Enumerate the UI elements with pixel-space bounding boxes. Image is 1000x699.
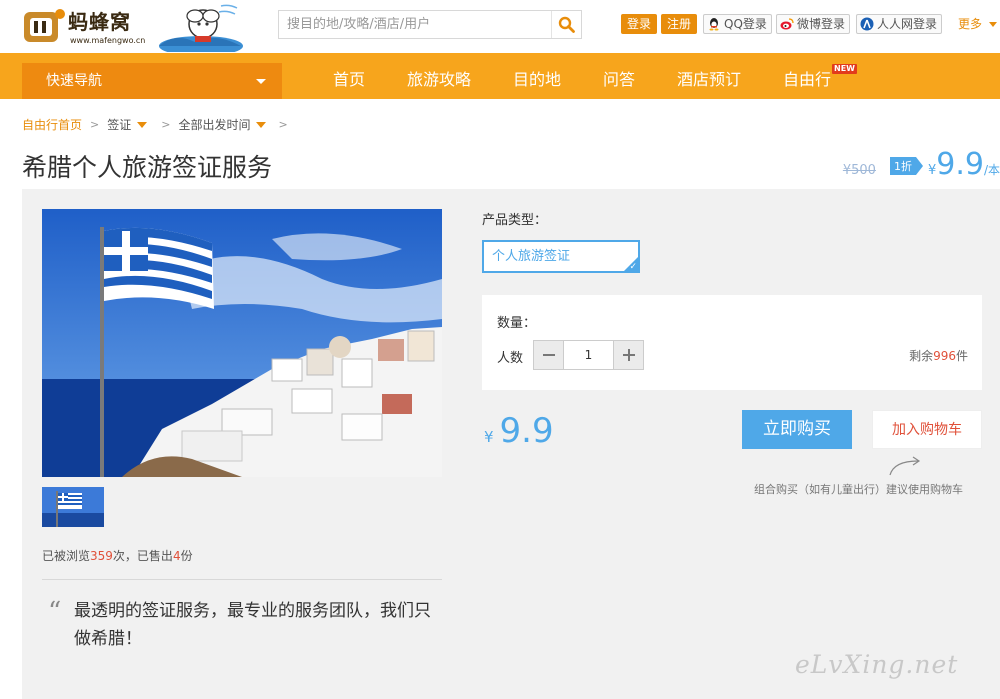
stock-count: 996 <box>933 349 956 363</box>
quick-nav-dropdown[interactable]: 快速导航 <box>22 63 282 99</box>
header-price: ¥500 1折 ¥ 9.9 /本 <box>842 147 1000 182</box>
stats-prefix: 已被浏览 <box>42 549 91 563</box>
quantity-input[interactable]: 1 <box>563 341 614 369</box>
view-count: 359 <box>90 549 113 563</box>
search-icon <box>558 16 575 33</box>
quote-mark-icon: “ <box>48 597 62 627</box>
more-chevron-icon <box>988 22 997 27</box>
minus-icon <box>542 354 555 356</box>
product-type-option[interactable]: 个人旅游签证 ✓ <box>482 240 640 273</box>
product-thumbnail[interactable] <box>42 487 104 527</box>
search-bar <box>278 10 582 39</box>
plus-icon <box>622 349 635 361</box>
qq-login-label: QQ登录 <box>724 17 767 31</box>
curved-arrow-icon <box>889 456 921 476</box>
currency-symbol: ¥ <box>927 163 937 178</box>
view-sales-stats: 已被浏览359次，已售出4份 <box>42 547 193 564</box>
weibo-icon <box>780 18 794 30</box>
quantity-box: 数量： 人数 1 剩余996件 <box>482 295 982 390</box>
product-type-option-label: 个人旅游签证 <box>492 249 571 264</box>
total-price-value: 9.9 <box>499 411 554 451</box>
page-title: 希腊个人旅游签证服务 <box>22 153 273 182</box>
sold-count: 4 <box>172 549 181 563</box>
more-label: 更多 <box>958 17 983 31</box>
search-button[interactable] <box>551 11 581 38</box>
search-input[interactable] <box>279 11 551 38</box>
product-slogan: 最透明的签证服务，最专业的服务团队，我们只做希腊！ <box>74 601 431 649</box>
decrement-button[interactable] <box>534 341 563 369</box>
add-to-cart-button[interactable]: 加入购物车 <box>872 410 982 449</box>
quick-nav-label: 快速导航 <box>46 73 102 89</box>
stock-remaining: 剩余996件 <box>909 347 968 364</box>
sale-price: 9.9 <box>936 147 984 182</box>
nav-free-travel[interactable]: 自由行 <box>783 66 831 90</box>
greece-santorini-image-icon <box>42 209 442 477</box>
mascot-illustration-icon <box>159 4 243 52</box>
breadcrumb-departure-label: 全部出发时间 <box>178 118 251 132</box>
breadcrumb-home-link[interactable]: 自由行首页 <box>22 116 82 133</box>
breadcrumb-separator-icon: > <box>90 118 100 131</box>
breadcrumb-visa-dropdown[interactable]: 签证 <box>107 116 148 133</box>
logo-url: www.mafengwo.cn <box>70 36 146 45</box>
new-badge: NEW <box>832 64 857 74</box>
main-nav: 快速导航 首页 旅游攻略 目的地 问答 酒店预订 自由行 <box>0 53 1000 99</box>
more-menu[interactable]: 更多 <box>958 14 997 34</box>
caret-down-icon <box>256 79 266 84</box>
discount-badge: 1折 <box>889 157 923 175</box>
total-price: ¥ 9.9 <box>484 411 554 451</box>
people-label: 人数 <box>497 351 524 366</box>
product-photo <box>42 209 442 477</box>
price-unit: /本 <box>983 163 1000 177</box>
quantity-stepper: 1 <box>533 340 644 370</box>
site-logo[interactable]: 蚂蜂窝 www.mafengwo.cn <box>22 4 152 50</box>
breadcrumb-visa-label: 签证 <box>107 118 132 132</box>
breadcrumb-separator-icon: > <box>161 118 171 131</box>
buy-now-button[interactable]: 立即购买 <box>742 410 852 449</box>
nav-home[interactable]: 首页 <box>333 66 365 90</box>
breadcrumb: 自由行首页 > 签证 > 全部出发时间 > <box>22 116 296 133</box>
thumbnail-image-icon <box>42 487 104 527</box>
original-price: ¥500 <box>842 163 876 178</box>
weibo-login-label: 微博登录 <box>797 17 846 31</box>
stats-suffix: 份 <box>180 549 193 563</box>
stock-suffix: 件 <box>955 349 968 363</box>
stock-prefix: 剩余 <box>909 349 934 363</box>
watermark: eLvXing.net <box>795 650 959 679</box>
triangle-down-icon <box>256 121 267 128</box>
breadcrumb-separator-icon: > <box>278 118 288 131</box>
nav-destinations[interactable]: 目的地 <box>513 66 561 90</box>
triangle-down-icon <box>137 121 148 128</box>
stats-middle: 次，已售出 <box>112 549 173 563</box>
cart-hint: 组合购买（如有儿童出行）建议使用购物车 <box>754 483 963 496</box>
login-button[interactable]: 登录 <box>621 14 658 34</box>
qq-icon <box>709 18 719 31</box>
weibo-login-button[interactable]: 微博登录 <box>776 14 851 34</box>
register-button[interactable]: 注册 <box>661 14 698 34</box>
logo-mark-icon <box>24 9 65 42</box>
product-panel: 已被浏览359次，已售出4份 “ 最透明的签证服务，最专业的服务团队，我们只做希… <box>22 189 1000 699</box>
qq-login-button[interactable]: QQ登录 <box>703 14 772 34</box>
breadcrumb-departure-dropdown[interactable]: 全部出发时间 <box>178 116 267 133</box>
renren-login-label: 人人网登录 <box>877 17 938 31</box>
nav-qa[interactable]: 问答 <box>603 66 635 90</box>
product-type-label: 产品类型： <box>482 213 548 228</box>
check-icon: ✓ <box>629 262 637 272</box>
quantity-label: 数量： <box>497 316 537 331</box>
increment-button[interactable] <box>614 341 643 369</box>
divider <box>42 579 442 580</box>
nav-hotel-booking[interactable]: 酒店预订 <box>677 66 741 90</box>
renren-icon <box>860 17 874 31</box>
logo-text: 蚂蜂窝 <box>68 10 131 34</box>
total-price-currency: ¥ <box>484 428 494 446</box>
top-header: 蚂蜂窝 www.mafengwo.cn 登录 注册 <box>0 0 1000 53</box>
renren-login-button[interactable]: 人人网登录 <box>856 14 943 34</box>
nav-travel-guides[interactable]: 旅游攻略 <box>407 66 471 90</box>
